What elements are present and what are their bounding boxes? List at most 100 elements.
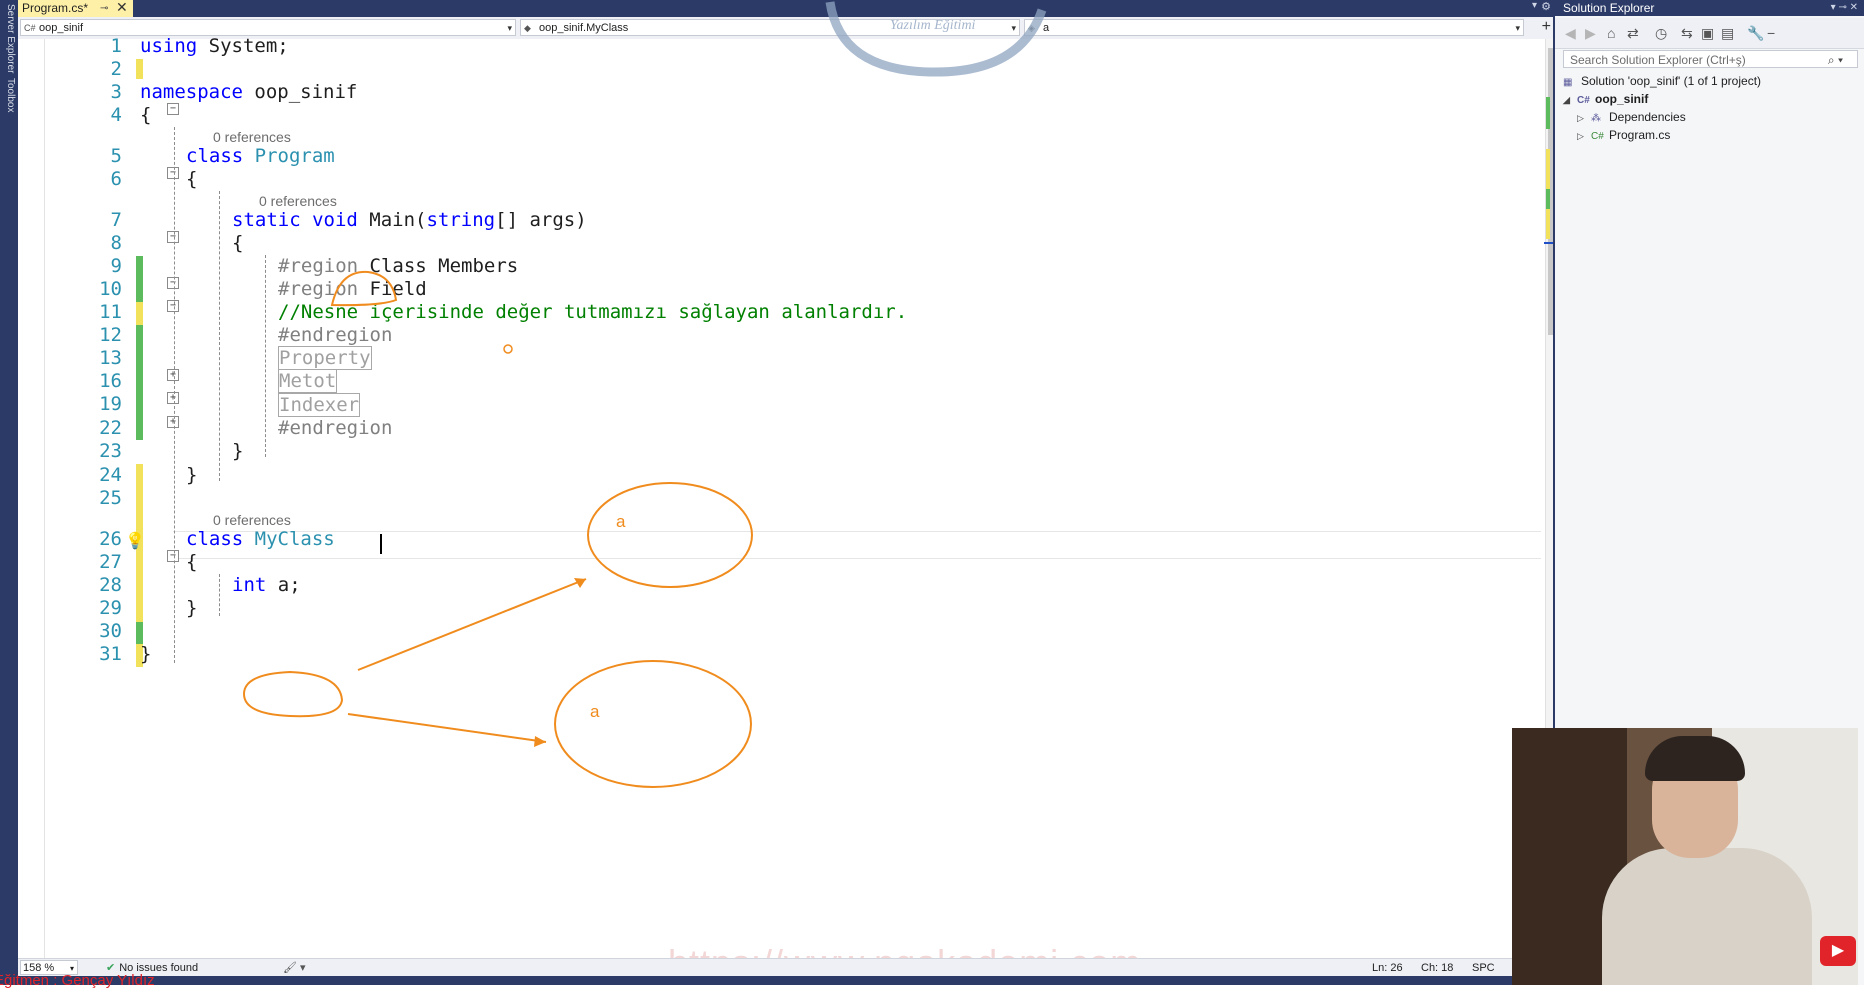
change-marker-saved — [136, 325, 143, 440]
chevron-down-icon: ▾ — [507, 23, 512, 33]
indent-mode-indicator[interactable]: SPC — [1472, 959, 1495, 977]
minus-icon[interactable]: − — [1767, 25, 1775, 41]
code-line-3: namespace oop_sinif — [140, 81, 358, 103]
code-line-5: class Program — [186, 145, 335, 167]
home-icon[interactable]: ⌂ — [1607, 25, 1615, 41]
change-marker-saved — [136, 256, 143, 302]
code-line-27: { — [186, 551, 198, 573]
tree-solution[interactable]: ▦ Solution 'oop_sinif' (1 of 1 project) — [1563, 72, 1761, 90]
editor-status-bar: 158 % ▾ ✔ No issues found 🖌 ▾ Ln: 26 Ch: … — [18, 958, 1553, 977]
expanded-triangle-icon[interactable]: ◢ — [1563, 91, 1577, 109]
annotation-label-top: a — [616, 512, 626, 531]
indent-guide — [174, 127, 175, 663]
text-caret — [380, 534, 382, 554]
properties-wrench-icon[interactable]: 🔧 — [1747, 25, 1764, 42]
line-number: 23 — [99, 440, 122, 462]
char-indicator: Ch: 18 — [1421, 962, 1454, 974]
margin-separator — [44, 39, 45, 964]
solution-explorer-title: Solution Explorer ▾ ⊸ ✕ — [1555, 0, 1864, 16]
code-line-7: static void Main(string[] args) — [232, 209, 587, 231]
code-line-4: { — [140, 104, 152, 126]
tab-overflow-icon[interactable]: ▾ — [1532, 0, 1537, 11]
history-icon[interactable]: ◷ — [1655, 25, 1667, 42]
annotation-label-bottom: a — [590, 702, 600, 721]
code-line-26: class MyClass — [186, 528, 335, 550]
csharp-project-icon: C# — [24, 23, 36, 33]
lightbulb-icon[interactable]: 💡 — [125, 531, 145, 551]
expand-region-toggle[interactable]: + — [167, 392, 179, 404]
code-line-6: { — [186, 168, 198, 190]
code-cleanup-icon[interactable]: 🖌 ▾ — [283, 959, 306, 977]
search-icon[interactable]: ⌕ ▾ — [1828, 51, 1843, 69]
line-number: 31 — [99, 643, 122, 665]
code-line-12: #endregion — [278, 324, 393, 346]
show-all-files-icon[interactable]: ▤ — [1721, 25, 1734, 42]
server-explorer-tab[interactable]: Server Explorer — [2, 4, 16, 73]
back-icon[interactable]: ◀ — [1565, 25, 1576, 42]
current-line-highlight — [173, 531, 1541, 559]
collapse-class-toggle[interactable]: − — [167, 167, 179, 179]
code-line-28: int a; — [232, 574, 301, 596]
webcam-overlay: ▶ — [1512, 728, 1858, 985]
tree-program-cs[interactable]: ▷ C# Program.cs — [1577, 126, 1670, 144]
change-marker-unsaved — [136, 302, 143, 325]
line-indicator: Ln: 26 — [1372, 962, 1403, 974]
code-line-23: } — [232, 440, 244, 462]
gear-icon[interactable]: ⚙ — [1541, 0, 1551, 13]
collapse-class-toggle[interactable]: − — [167, 550, 179, 562]
line-number: 4 — [110, 104, 122, 126]
code-line-29: } — [186, 597, 198, 619]
collapsed-region-property[interactable]: Property — [278, 346, 372, 370]
csharp-file-icon: C# — [1591, 131, 1604, 142]
collapsed-triangle-icon[interactable]: ▷ — [1577, 127, 1591, 145]
overview-change-mark — [1546, 209, 1550, 239]
sync-icon[interactable]: ⇆ — [1681, 25, 1693, 42]
collapse-region-toggle[interactable]: − — [167, 300, 179, 312]
overview-change-mark — [1546, 97, 1550, 129]
code-line-8: { — [232, 232, 244, 254]
collapse-region-toggle[interactable]: − — [167, 277, 179, 289]
code-line-1: using System; — [140, 35, 289, 57]
tab-program-cs[interactable]: Program.cs* ⊸ ✕ — [18, 0, 133, 17]
split-window-icon[interactable]: + — [1542, 18, 1551, 36]
youtube-play-icon[interactable]: ▶ — [1820, 936, 1856, 966]
collapsed-region-metot[interactable]: Metot — [278, 369, 338, 393]
tree-dependencies[interactable]: ▷ ⁂ Dependencies — [1577, 108, 1686, 126]
chevron-down-icon: ▾ — [1515, 23, 1520, 33]
document-tab-bar: Program.cs* ⊸ ✕ ▾ ⚙ — [18, 0, 1553, 17]
collapse-method-toggle[interactable]: − — [167, 231, 179, 243]
expand-region-toggle[interactable]: + — [167, 416, 179, 428]
overview-change-mark — [1546, 149, 1550, 189]
solution-search-input[interactable]: Search Solution Explorer (Ctrl+ş) ⌕ ▾ — [1563, 50, 1858, 68]
overview-change-mark — [1546, 189, 1550, 209]
line-number: 25 — [99, 487, 122, 509]
left-tool-strip: Server Explorer Toolbox — [0, 0, 18, 985]
indent-guide — [219, 191, 220, 481]
close-icon[interactable]: ✕ — [116, 0, 128, 16]
code-editor[interactable]: 1 2 3 4 5 6 7 8 9 10 11 12 13 16 19 22 2… — [18, 35, 1562, 964]
academy-logo-text: Yazılım Eğitimi — [890, 18, 976, 33]
bottom-ribbon — [0, 976, 1553, 985]
forward-icon[interactable]: ▶ — [1585, 25, 1596, 42]
line-number: 19 — [99, 393, 122, 415]
code-line-22: #endregion — [278, 417, 393, 439]
pin-icon[interactable]: ⊸ — [100, 0, 108, 17]
panel-window-controls-icon[interactable]: ▾ ⊸ ✕ — [1831, 0, 1858, 16]
change-marker-unsaved — [136, 59, 143, 79]
collapsed-triangle-icon[interactable]: ▷ — [1577, 109, 1591, 127]
toolbox-tab[interactable]: Toolbox — [2, 78, 16, 112]
class-icon: ◆ — [524, 23, 531, 33]
solution-explorer-toolbar: ◀ ▶ ⌂ ⇄ ◷ ⇆ ▣ ▤ 🔧 − — [1555, 18, 1864, 49]
collapse-all-icon[interactable]: ▣ — [1701, 25, 1714, 42]
code-line-31: } — [140, 643, 152, 665]
tree-project[interactable]: ◢ C# oop_sinif — [1563, 90, 1648, 108]
switch-views-icon[interactable]: ⇄ — [1627, 25, 1639, 42]
indent-guide — [265, 255, 266, 457]
instructor-caption: Eğitmen : Gençay Yıldız — [0, 972, 155, 989]
code-line-24: } — [186, 464, 198, 486]
indent-guide — [219, 574, 220, 616]
expand-region-toggle[interactable]: + — [167, 369, 179, 381]
member-dropdown[interactable]: ◈ a ▾ — [1024, 19, 1524, 36]
collapsed-region-indexer[interactable]: Indexer — [278, 393, 361, 417]
line-number: 6 — [110, 168, 122, 190]
